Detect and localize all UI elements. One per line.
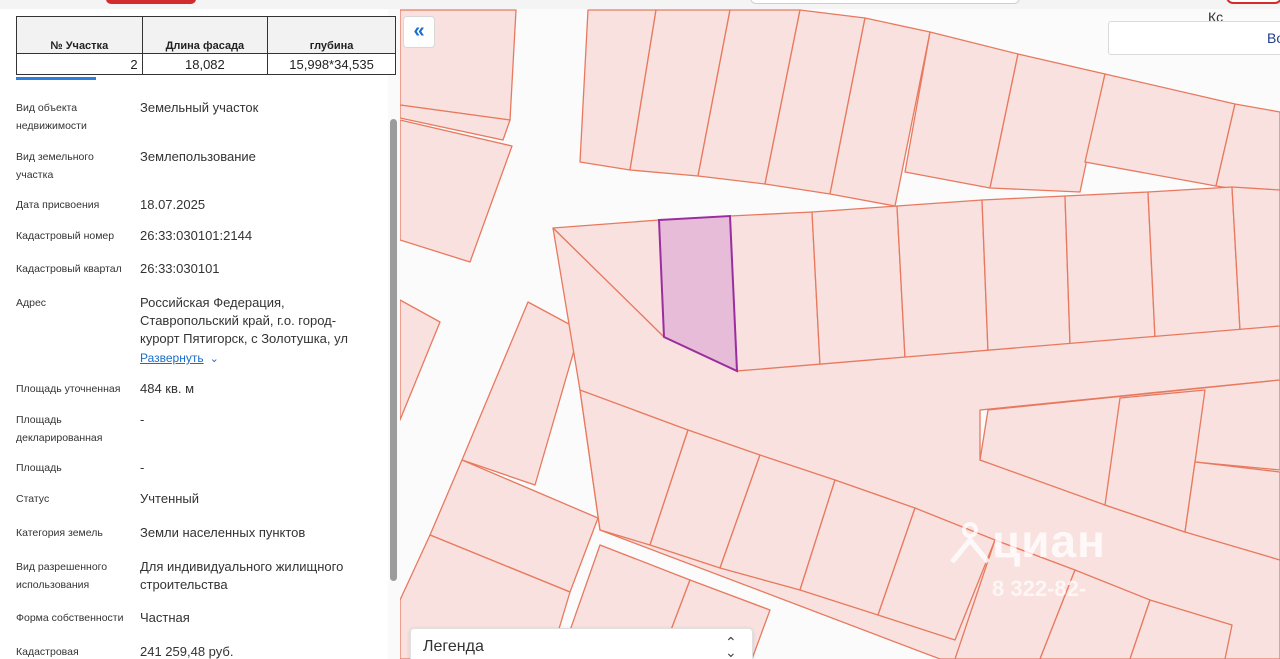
map-parcel[interactable]: [400, 299, 441, 421]
red-tab[interactable]: [106, 0, 196, 4]
info-label: Вид земельного участка: [16, 151, 94, 181]
chevron-down-icon[interactable]: ⌄: [210, 353, 219, 365]
cell-parcel-number: 2: [16, 53, 143, 75]
info-value: Российская Федерация, Ставропольский кра…: [140, 295, 348, 346]
info-label: Площадь уточненная: [16, 383, 121, 395]
map-parcel[interactable]: [1084, 73, 1236, 187]
info-label: Кадастровая: [16, 646, 79, 658]
map-search-input[interactable]: Во: [1108, 21, 1280, 55]
info-value: -: [140, 412, 145, 427]
info-label: Площадь: [16, 462, 62, 474]
info-value: Земельный участок: [140, 100, 259, 115]
info-value: Частная: [140, 610, 190, 625]
map-parcel[interactable]: [811, 205, 906, 366]
info-value: Земли населенных пунктов: [140, 525, 306, 540]
chevron-up-down-icon[interactable]: ⌃ ⌄: [725, 635, 737, 659]
table-row: 2 18,082 15,998*34,535: [16, 53, 396, 75]
info-label: Адрес: [16, 297, 47, 309]
active-tab-underline: [16, 77, 96, 80]
profile-button[interactable]: [1226, 0, 1280, 4]
info-value: 484 кв. м: [140, 381, 195, 396]
browser-top-strip: [0, 0, 1280, 9]
info-label: Площадь декларированная: [16, 414, 103, 444]
scrollbar-thumb[interactable]: [390, 119, 397, 581]
info-value: 241 259,48 руб.: [140, 644, 234, 659]
map-parcel[interactable]: [1147, 186, 1241, 339]
info-label: Категория земель: [16, 527, 103, 539]
info-value: -: [140, 460, 145, 475]
header-depth: глубина: [267, 16, 396, 54]
info-label: Кадастровый номер: [16, 230, 115, 242]
top-search-pill[interactable]: [750, 0, 1020, 4]
object-info-panel: Вид объекта недвижимости Земельный участ…: [0, 9, 400, 659]
cadastral-map[interactable]: Кс: [400, 9, 1280, 659]
info-label: Форма собственности: [16, 612, 124, 624]
info-value[interactable]: 26:33:030101: [140, 260, 370, 278]
map-parcel[interactable]: [1231, 186, 1280, 331]
info-label: Статус: [16, 493, 50, 505]
info-value: 18.07.2025: [140, 197, 206, 212]
header-facade-length: Длина фасада: [141, 16, 269, 54]
info-label: Вид объекта недвижимости: [16, 102, 87, 132]
table-header-row: № Участка Длина фасада глубина: [16, 16, 396, 54]
collapse-panel-button[interactable]: «: [403, 16, 435, 48]
map-parcel[interactable]: [461, 301, 581, 486]
map-parcel[interactable]: [981, 195, 1071, 353]
cell-depth: 15,998*34,535: [267, 53, 396, 75]
expand-address[interactable]: Развернуть ⌄: [140, 349, 219, 368]
info-value[interactable]: 26:33:030101:2144: [140, 227, 370, 245]
map-parcel[interactable]: [400, 119, 513, 263]
parcel-measurements-table: № Участка Длина фасада глубина 2 18,082 …: [16, 16, 396, 75]
map-parcel[interactable]: [896, 199, 989, 359]
map-parcel[interactable]: [1064, 191, 1156, 346]
cell-facade-length: 18,082: [141, 53, 269, 75]
info-value: Учтенный: [140, 491, 200, 506]
info-label: Дата присвоения: [16, 199, 100, 211]
info-value: Для индивидуального жилищного строительс…: [140, 559, 344, 592]
info-label: Вид разрешенного использования: [16, 561, 108, 591]
map-parcel[interactable]: [729, 211, 821, 372]
info-value: Землепользование: [140, 149, 256, 164]
header-parcel-number: № Участка: [16, 16, 143, 54]
legend-label[interactable]: Легенда: [423, 638, 484, 656]
legend-dropdown[interactable]: Легенда ⌃ ⌄: [410, 628, 753, 659]
parcel-layer[interactable]: Кс: [400, 9, 1280, 659]
expand-address-link[interactable]: Развернуть: [140, 351, 204, 365]
info-label: Кадастровый квартал: [16, 263, 122, 275]
